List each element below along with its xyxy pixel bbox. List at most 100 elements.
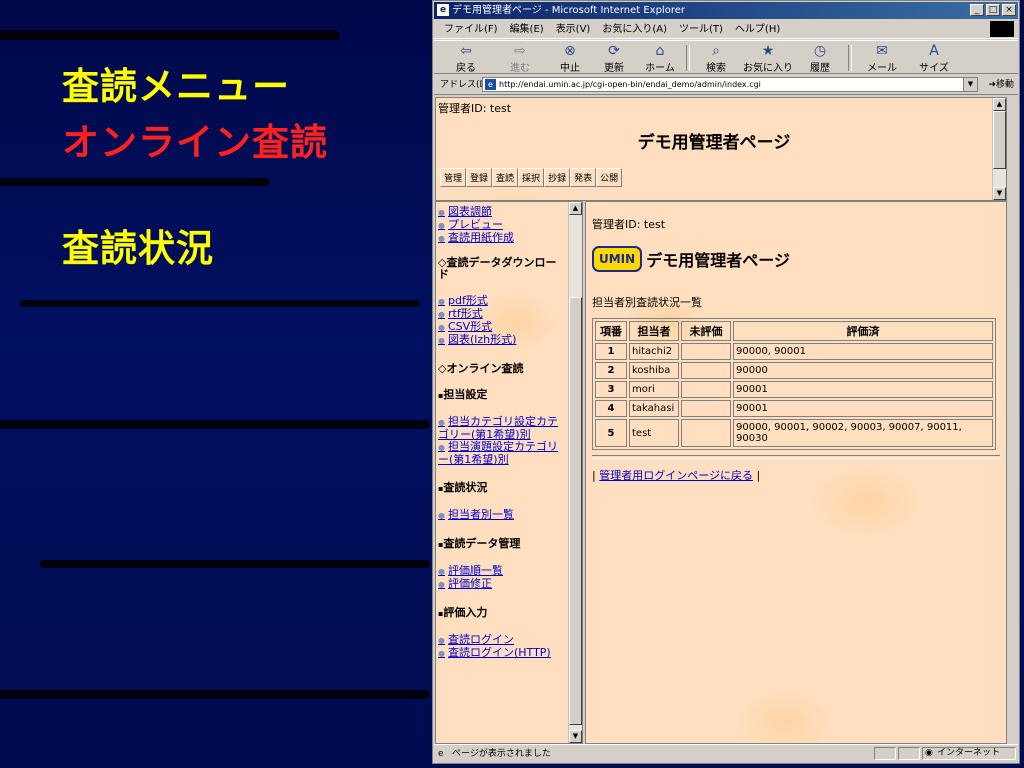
address-dropdown-icon[interactable]: ▼ bbox=[963, 78, 977, 91]
bullet-icon: ● bbox=[438, 580, 445, 589]
slide-heading-menu: 査読メニュー bbox=[62, 65, 290, 108]
close-button[interactable]: × bbox=[1002, 4, 1016, 16]
menu-edit[interactable]: 編集(E) bbox=[510, 20, 544, 38]
table-row: 2 koshiba 90000 bbox=[595, 362, 993, 379]
cell-done: 90000, 90001 bbox=[733, 343, 993, 360]
cell-no: 2 bbox=[595, 362, 627, 379]
menu-tools[interactable]: ツール(T) bbox=[679, 20, 723, 38]
nav-link-review-login-http[interactable]: ● 査読ログイン(HTTP) bbox=[438, 647, 566, 660]
scroll-down-arrow-icon[interactable]: ▼ bbox=[993, 187, 1006, 200]
nav-heading-download: ◇査読データダウンロード bbox=[438, 256, 557, 281]
bullet-icon: ● bbox=[438, 208, 445, 217]
menu-file[interactable]: ファイル(F) bbox=[444, 20, 498, 38]
menu-help[interactable]: ヘルプ(H) bbox=[735, 20, 780, 38]
nav-link-assign-category[interactable]: ● 担当カテゴリ設定カテゴリー(第1希望)別 bbox=[438, 416, 566, 441]
top-page-title: デモ用管理者ページ bbox=[637, 133, 791, 153]
search-button[interactable]: ⌕ 検索 bbox=[692, 44, 740, 75]
col-header-no: 項番 bbox=[595, 321, 627, 341]
menu-view[interactable]: 表示(V) bbox=[556, 20, 591, 38]
nav-link-by-reviewer[interactable]: ● 担当者別一覧 bbox=[438, 509, 566, 522]
title-bar: e デモ用管理者ページ - Microsoft Internet Explore… bbox=[434, 2, 1018, 19]
forward-button[interactable]: ⇨ 進む bbox=[496, 44, 544, 75]
top-frame-scrollbar[interactable]: ▲ ▼ bbox=[992, 98, 1006, 200]
scroll-thumb[interactable] bbox=[569, 297, 582, 725]
home-icon: ⌂ bbox=[655, 43, 665, 59]
toolbar-separator bbox=[848, 45, 852, 71]
reviewer-status-table: 項番 担当者 未評価 評価済 1 hitachi2 90000, 90001 2 kos… bbox=[592, 318, 996, 450]
back-to-login-link[interactable]: 管理者用ログインページに戻る bbox=[599, 469, 753, 482]
nav-link-review-form[interactable]: ● 査読用紙作成 bbox=[438, 232, 566, 245]
minimize-button[interactable]: _ bbox=[970, 4, 984, 16]
refresh-button[interactable]: ⟳ 更新 bbox=[590, 43, 638, 75]
cell-done: 90001 bbox=[733, 400, 993, 417]
stop-icon: ⊗ bbox=[564, 43, 576, 59]
slide-heading-status: 査読状況 bbox=[62, 227, 214, 270]
favorites-icon: ★ bbox=[761, 43, 775, 59]
scroll-thumb[interactable] bbox=[993, 111, 1006, 169]
scroll-up-arrow-icon[interactable]: ▲ bbox=[993, 98, 1006, 111]
nav-link-score-edit[interactable]: ● 評価修正 bbox=[438, 578, 566, 591]
nav-link-assign-abstract[interactable]: ● 担当演題設定カテゴリー(第1希望)別 bbox=[438, 441, 566, 466]
top-frame: 管理者ID: test デモ用管理者ページ 管理 登録 査読 採択 抄録 発表 … bbox=[435, 97, 1007, 201]
left-frame-scrollbar[interactable]: ▲ ▼ bbox=[568, 202, 582, 743]
nav-heading-online-review: ◇オンライン査読 bbox=[438, 362, 524, 375]
decor-streak bbox=[0, 178, 270, 186]
go-arrow-icon: ➜ bbox=[988, 80, 996, 90]
mail-icon: ✉ bbox=[876, 43, 888, 59]
tab-publish[interactable]: 公開 bbox=[596, 168, 623, 187]
main-content-frame: 管理者ID: test UMIN デモ用管理者ページ 担当者別査読状況一覧 項番… bbox=[585, 201, 1007, 744]
bullet-icon: ● bbox=[438, 234, 445, 243]
table-header-row: 項番 担当者 未評価 評価済 bbox=[595, 321, 993, 341]
page-icon: e bbox=[485, 79, 496, 90]
nav-heading-score-input: ▪評価入力 bbox=[438, 606, 488, 619]
cell-done: 90000, 90001, 90002, 90003, 90007, 90011… bbox=[733, 419, 993, 447]
col-header-pending: 未評価 bbox=[681, 321, 731, 341]
refresh-icon: ⟳ bbox=[608, 43, 620, 59]
col-header-reviewer: 担当者 bbox=[629, 321, 679, 341]
nav-heading-review-status: ▪査読状況 bbox=[438, 481, 488, 494]
table-row: 3 mori 90001 bbox=[595, 381, 993, 398]
windows-logo-icon bbox=[990, 21, 1014, 37]
cell-done: 90001 bbox=[733, 381, 993, 398]
back-button[interactable]: ⇦ 戻る bbox=[442, 43, 490, 75]
nav-link-lzh[interactable]: ● 図表(lzh形式) bbox=[438, 334, 566, 347]
maximize-button[interactable]: □ bbox=[986, 4, 1000, 16]
tab-review[interactable]: 査読 bbox=[492, 168, 519, 187]
table-row: 5 test 90000, 90001, 90002, 90003, 90007, … bbox=[595, 419, 993, 447]
table-row: 4 takahasi 90001 bbox=[595, 400, 993, 417]
menu-favorites[interactable]: お気に入り(A) bbox=[602, 20, 667, 38]
address-url: http://endai.umin.ac.jp/cgi-open-bin/end… bbox=[499, 80, 761, 89]
tab-admin[interactable]: 管理 bbox=[440, 168, 467, 187]
stop-button[interactable]: ⊗ 中止 bbox=[546, 43, 594, 75]
page-title: デモ用管理者ページ bbox=[646, 251, 790, 270]
go-button[interactable]: ➜移動 bbox=[988, 75, 1014, 95]
decor-streak bbox=[20, 300, 420, 307]
col-header-done: 評価済 bbox=[733, 321, 993, 341]
history-button[interactable]: ◷ 履歴 bbox=[796, 44, 844, 75]
size-button[interactable]: A サイズ bbox=[910, 44, 958, 75]
home-button[interactable]: ⌂ ホーム bbox=[636, 43, 684, 75]
cell-pending bbox=[681, 381, 731, 398]
cell-reviewer: test bbox=[629, 419, 679, 447]
status-cell bbox=[874, 747, 896, 760]
tab-abstract[interactable]: 抄録 bbox=[544, 168, 571, 187]
browser-window: e デモ用管理者ページ - Microsoft Internet Explore… bbox=[432, 0, 1020, 764]
back-arrow-icon: ⇦ bbox=[460, 43, 472, 59]
mail-button[interactable]: ✉ メール bbox=[858, 43, 906, 75]
table-row: 1 hitachi2 90000, 90001 bbox=[595, 343, 993, 360]
address-input[interactable]: e http://endai.umin.ac.jp/cgi-open-bin/e… bbox=[482, 77, 978, 92]
status-page-icon: e bbox=[438, 749, 444, 759]
cell-no: 3 bbox=[595, 381, 627, 398]
tab-register[interactable]: 登録 bbox=[466, 168, 493, 187]
scroll-up-arrow-icon[interactable]: ▲ bbox=[569, 202, 582, 215]
status-text: ページが表示されました bbox=[452, 749, 551, 759]
bullet-icon: ● bbox=[438, 418, 445, 427]
tab-presentation[interactable]: 発表 bbox=[570, 168, 597, 187]
bullet-icon: ● bbox=[438, 323, 445, 332]
toolbar-separator bbox=[686, 45, 690, 71]
cell-reviewer: hitachi2 bbox=[629, 343, 679, 360]
tab-accept[interactable]: 採択 bbox=[518, 168, 545, 187]
favorites-button[interactable]: ★ お気に入り bbox=[740, 43, 796, 75]
cell-pending bbox=[681, 343, 731, 360]
scroll-down-arrow-icon[interactable]: ▼ bbox=[569, 730, 582, 743]
